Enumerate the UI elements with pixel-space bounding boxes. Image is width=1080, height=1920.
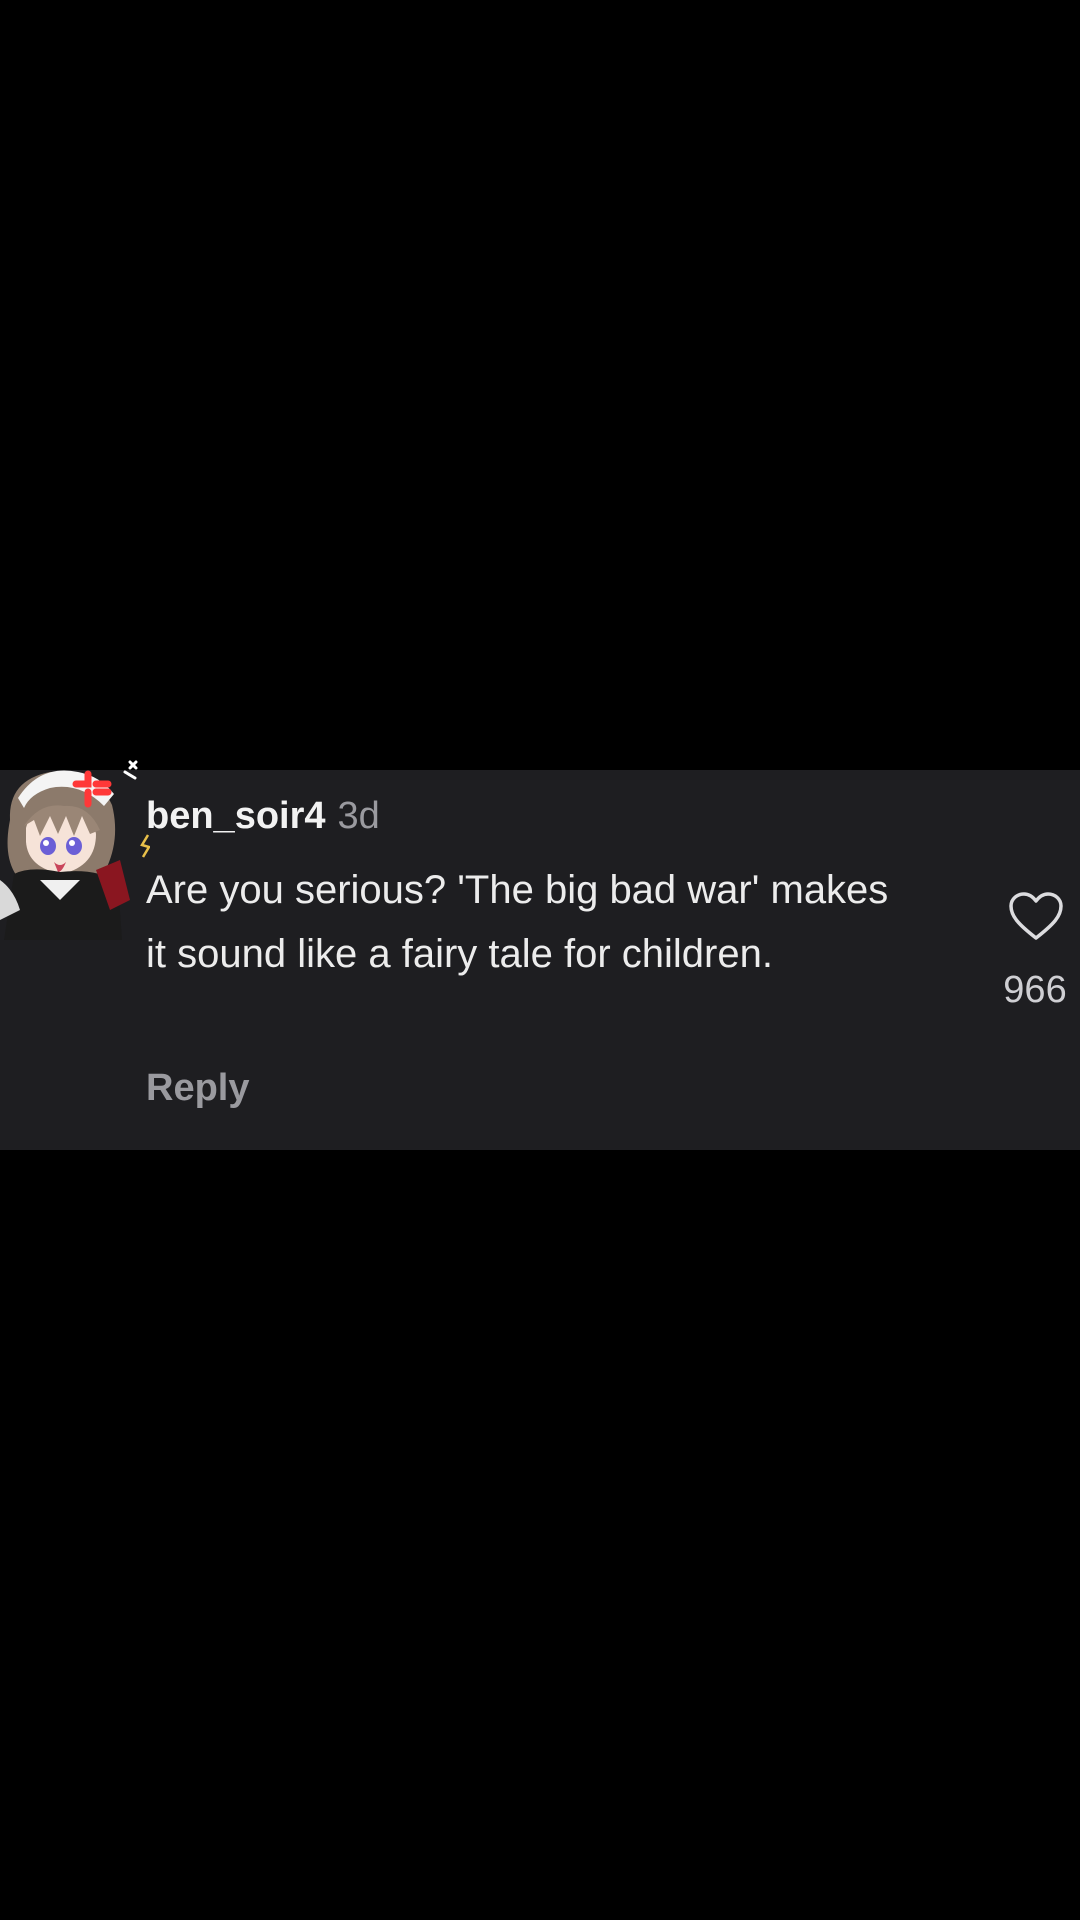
- comment-text: Are you serious? 'The big bad war' makes…: [146, 868, 889, 976]
- screen: ben_soir4 3d Are you serious? 'The big ba…: [0, 0, 1080, 1920]
- comment-header: ben_soir4 3d: [146, 788, 380, 844]
- reply-button[interactable]: Reply: [146, 1060, 249, 1116]
- anime-character-avatar-icon: [0, 760, 150, 940]
- timestamp: 3d: [337, 795, 380, 837]
- like-count: 966: [1003, 969, 1067, 1011]
- username[interactable]: ben_soir4: [146, 795, 326, 837]
- heart-outline-icon[interactable]: [1008, 892, 1064, 942]
- avatar[interactable]: [0, 750, 150, 940]
